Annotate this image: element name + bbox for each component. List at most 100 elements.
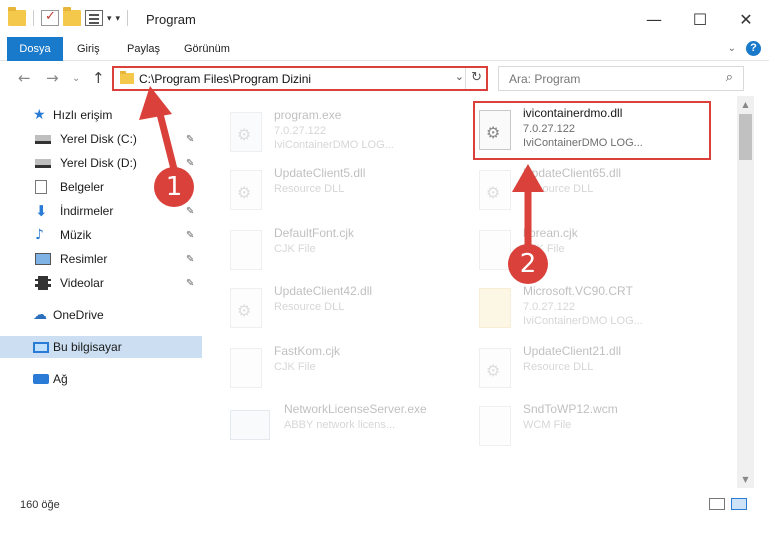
back-arrow-icon[interactable]: ← xyxy=(18,69,31,87)
minimize-button[interactable]: — xyxy=(631,0,677,38)
star-icon: ★ xyxy=(33,107,46,123)
sidebar-item-label: Hızlı erişim xyxy=(53,108,113,122)
exe-file-icon xyxy=(230,410,270,440)
sidebar-item-videos[interactable]: Videolar ✎ xyxy=(0,272,202,294)
recent-locations-icon[interactable]: ⌄ xyxy=(72,73,80,84)
folder-icon xyxy=(479,288,511,328)
forward-arrow-icon[interactable]: → xyxy=(46,69,59,87)
sidebar-item-network[interactable]: Ağ xyxy=(0,368,202,390)
sidebar-item-label: Videolar xyxy=(60,276,104,290)
window-controls: — ☐ ✕ xyxy=(631,0,769,38)
ribbon-collapse-icon[interactable]: ⌄ xyxy=(728,43,736,54)
separator xyxy=(33,10,34,26)
pin-icon[interactable]: ✎ xyxy=(186,206,194,217)
details-view-icon[interactable] xyxy=(709,498,725,510)
refresh-icon[interactable]: ↻ xyxy=(471,70,482,85)
sidebar-item-quick-access[interactable]: ★ Hızlı erişim xyxy=(0,104,202,126)
file-item[interactable]: ⚙ UpdateClient21.dll Resource DLL xyxy=(479,344,709,400)
cjk-file-icon xyxy=(479,230,511,270)
search-icon[interactable]: ⌕ xyxy=(726,70,733,85)
address-dropdown-icon[interactable]: ⌄ xyxy=(455,70,464,83)
scroll-thumb[interactable] xyxy=(739,114,752,160)
file-name: NetworkLicenseServer.exe xyxy=(284,402,427,416)
dll-file-icon: ⚙ xyxy=(479,170,511,210)
address-path[interactable]: C:\Program Files\Program Dizini xyxy=(139,72,311,86)
customize-toolbar-icon[interactable]: ▾ xyxy=(116,13,121,24)
file-name: UpdateClient65.dll xyxy=(523,166,622,180)
sidebar-item-label: Belgeler xyxy=(60,180,105,194)
file-item[interactable]: SndToWP12.wcm WCM File xyxy=(479,402,709,458)
sidebar-item-music[interactable]: ♪ Müzik ✎ xyxy=(0,224,202,246)
pin-icon[interactable]: ✎ xyxy=(186,278,194,289)
highlight-box xyxy=(473,101,711,160)
vertical-scrollbar[interactable]: ▲ ▼ xyxy=(737,96,754,488)
file-item[interactable]: ⚙ UpdateClient5.dll Resource DLL xyxy=(230,166,460,222)
sidebar-item-onedrive[interactable]: ☁ OneDrive xyxy=(0,304,202,326)
file-name: UpdateClient5.dll xyxy=(274,166,366,180)
sidebar-item-label: Ağ xyxy=(53,372,68,386)
file-name: program.exe xyxy=(274,108,342,122)
window-title: Program xyxy=(146,12,196,27)
separator xyxy=(465,68,466,89)
tab-share[interactable]: Paylaş xyxy=(127,37,160,61)
file-item[interactable]: Microsoft.VC90.CRT 7.0.27.122 IviContain… xyxy=(479,284,709,340)
sidebar-item-this-pc[interactable]: Bu bilgisayar xyxy=(0,336,202,358)
title-bar: ▾ ▾ Program — ☐ ✕ xyxy=(0,0,769,38)
address-bar[interactable]: C:\Program Files\Program Dizini ⌄ ↻ xyxy=(112,66,488,91)
file-detail: CJK File xyxy=(274,361,316,373)
file-item[interactable]: NetworkLicenseServer.exe ABBY network li… xyxy=(230,402,460,458)
scroll-up-icon[interactable]: ▲ xyxy=(737,96,754,113)
network-icon xyxy=(33,374,49,384)
pin-icon[interactable]: ✎ xyxy=(186,158,194,169)
file-detail: CJK File xyxy=(274,243,316,255)
file-item[interactable]: ⚙ program.exe 7.0.27.122 IviContainerDMO… xyxy=(230,108,460,164)
separator xyxy=(127,10,129,26)
sidebar-item-label: Yerel Disk (D:) xyxy=(60,156,137,170)
file-name: Microsoft.VC90.CRT xyxy=(523,284,633,298)
file-detail: Resource DLL xyxy=(523,183,594,195)
file-name: DefaultFont.cjk xyxy=(274,226,355,240)
tab-home[interactable]: Giriş xyxy=(77,37,100,61)
maximize-button[interactable]: ☐ xyxy=(677,0,723,38)
wcm-file-icon xyxy=(479,406,511,446)
ribbon: Dosya Giriş Paylaş Görünüm ⌄ ? xyxy=(0,37,769,61)
pin-icon[interactable]: ✎ xyxy=(186,134,194,145)
pin-icon[interactable]: ✎ xyxy=(186,254,194,265)
file-detail: 7.0.27.122 xyxy=(274,125,326,137)
file-item[interactable]: FastKom.cjk CJK File xyxy=(230,344,460,400)
properties-check-icon[interactable] xyxy=(41,9,59,26)
sidebar-item-pictures[interactable]: Resimler ✎ xyxy=(0,248,202,270)
tab-view[interactable]: Görünüm xyxy=(184,37,230,61)
new-folder-icon[interactable] xyxy=(63,7,81,26)
file-item[interactable]: ⚙ UpdateClient65.dll Resource DLL xyxy=(479,166,709,222)
quick-access-toolbar: ▾ ▾ xyxy=(8,7,131,26)
view-options-icon[interactable] xyxy=(85,10,103,26)
cloud-icon: ☁ xyxy=(33,307,47,323)
search-box[interactable]: Ara: Program ⌕ xyxy=(498,66,744,91)
exe-file-icon: ⚙ xyxy=(230,112,262,152)
sidebar-item-label: Müzik xyxy=(60,228,92,242)
file-detail: Resource DLL xyxy=(523,361,594,373)
file-name: SndToWP12.wcm xyxy=(523,402,618,416)
file-item[interactable]: ⚙ UpdateClient42.dll Resource DLL xyxy=(230,284,460,340)
folder-icon[interactable] xyxy=(8,7,26,26)
scroll-down-icon[interactable]: ▼ xyxy=(737,471,754,488)
sidebar-item-disk-c[interactable]: Yerel Disk (C:) ✎ xyxy=(0,128,202,150)
tiles-view-icon[interactable] xyxy=(731,498,747,510)
search-input[interactable]: Ara: Program xyxy=(509,72,580,86)
pictures-icon xyxy=(35,253,51,265)
sidebar-item-label: Bu bilgisayar xyxy=(53,340,122,354)
documents-icon xyxy=(35,180,47,194)
file-detail: IviContainerDMO LOG... xyxy=(274,139,394,151)
chevron-down-icon[interactable]: ▾ xyxy=(107,13,112,24)
sidebar-item-label: Resimler xyxy=(60,252,108,266)
tab-file[interactable]: Dosya xyxy=(7,37,63,61)
pin-icon[interactable]: ✎ xyxy=(186,230,194,241)
navigation-bar: ← → ⌄ ↑ C:\Program Files\Program Dizini … xyxy=(0,62,769,94)
videos-icon xyxy=(35,276,51,290)
file-item[interactable]: DefaultFont.cjk CJK File xyxy=(230,226,460,282)
up-arrow-icon[interactable]: ↑ xyxy=(92,69,105,87)
disk-icon xyxy=(35,158,51,168)
help-icon[interactable]: ? xyxy=(746,41,761,56)
close-button[interactable]: ✕ xyxy=(723,0,769,38)
